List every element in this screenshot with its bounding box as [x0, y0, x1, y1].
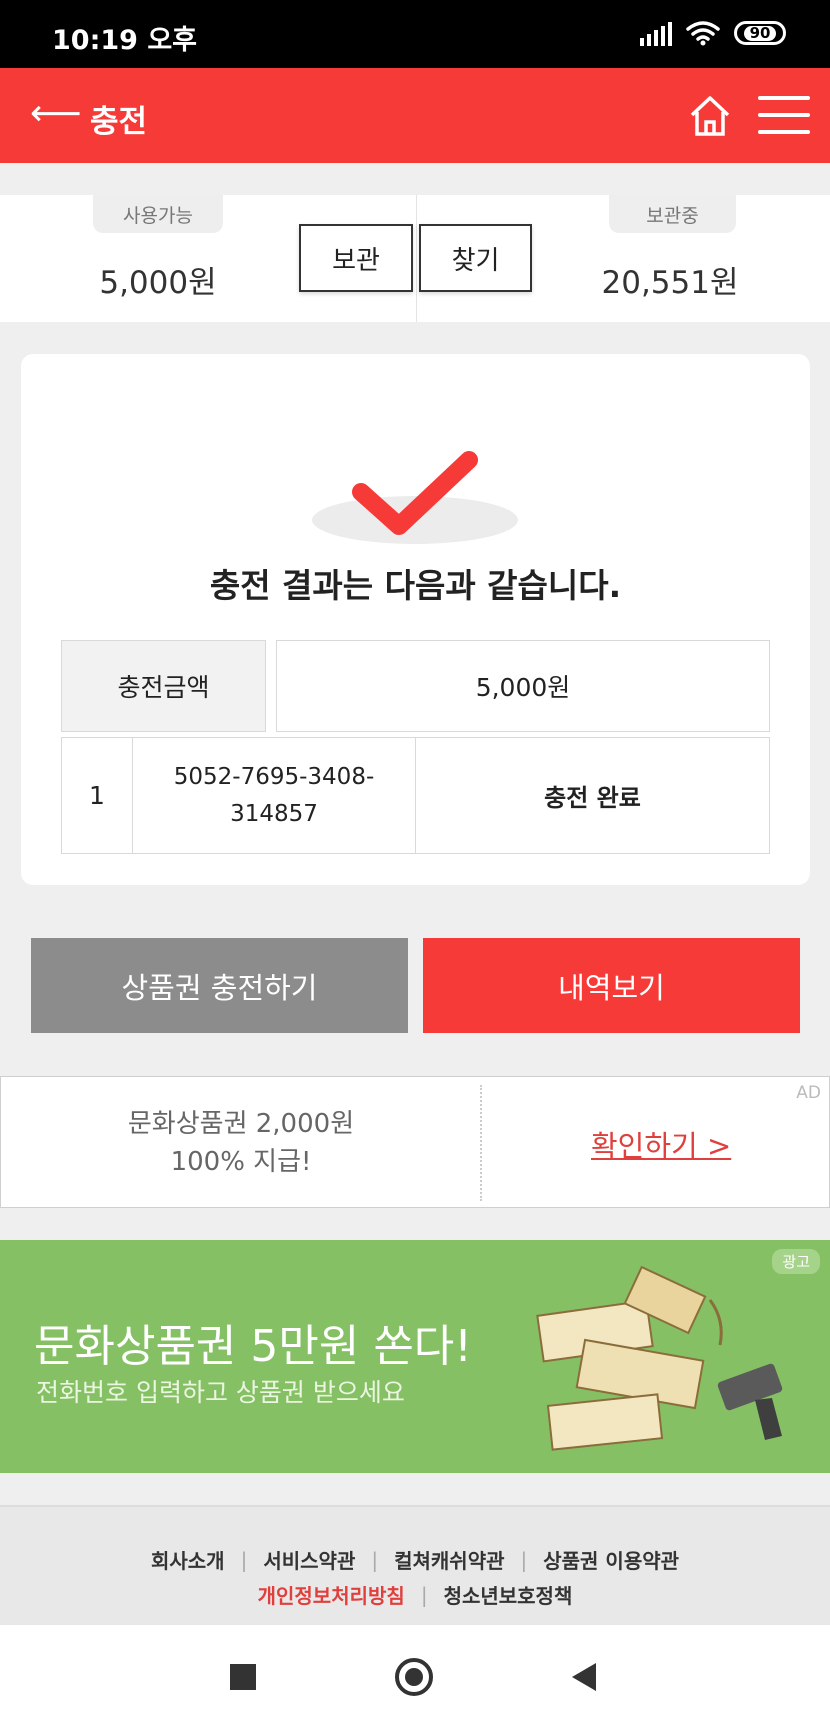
- charge-status-cell: 충전 완료: [415, 737, 770, 854]
- battery-icon: 90: [734, 21, 786, 45]
- page-title: 충전: [90, 104, 148, 140]
- status-bar: 10:19 오후 90: [0, 0, 830, 68]
- amount-label-cell: 충전금액: [61, 640, 266, 732]
- result-card: 충전 결과는 다음과 같습니다. 충전금액 5,000원 1 5052-7695…: [21, 354, 810, 885]
- status-icons: 90: [640, 20, 786, 46]
- back-nav-icon[interactable]: [572, 1663, 596, 1691]
- promo-banner[interactable]: 광고 문화상품권 5만원 쏜다! 전화번호 입력하고 상품권 받으세요: [0, 1240, 830, 1473]
- wifi-icon: [686, 21, 720, 46]
- checkmark-icon: [312, 451, 518, 544]
- ad-line-1: 문화상품권 2,000원: [127, 1109, 355, 1139]
- footer-links-row-1: 회사소개 | 서비스약관 | 컬쳐캐쉬약관 | 상품권 이용약관: [0, 1545, 830, 1574]
- amount-value-cell: 5,000원: [276, 640, 770, 732]
- footer-link-culturecash-terms[interactable]: 컬쳐캐쉬약관: [394, 1545, 504, 1574]
- signal-icon: [640, 20, 672, 46]
- money-gun-illustration: [536, 1265, 783, 1451]
- available-amount: 5,000원: [99, 265, 217, 301]
- stored-label: 보관중: [609, 195, 736, 233]
- pin-number-cell: 5052-7695-3408- 314857: [132, 737, 416, 854]
- banner-subtext: 전화번호 입력하고 상품권 받으세요: [36, 1378, 405, 1407]
- find-button[interactable]: 찾기: [419, 224, 532, 292]
- result-title: 충전 결과는 다음과 같습니다.: [209, 566, 622, 605]
- recent-apps-icon[interactable]: [230, 1664, 256, 1690]
- home-nav-icon[interactable]: [395, 1658, 433, 1696]
- battery-level: 90: [743, 25, 777, 41]
- store-button[interactable]: 보관: [299, 224, 413, 292]
- ad-text: 문화상품권 2,000원 100% 지급!: [1, 1105, 481, 1181]
- app-header: ⟵ 충전: [0, 68, 830, 163]
- footer-link-service-terms[interactable]: 서비스약관: [263, 1545, 355, 1574]
- status-time: 10:19 오후: [52, 25, 198, 56]
- footer-link-youth-protection[interactable]: 청소년보호정책: [444, 1580, 573, 1609]
- available-label: 사용가능: [93, 195, 223, 233]
- back-arrow-icon[interactable]: ⟵: [30, 96, 82, 132]
- stored-amount: 20,551원: [601, 265, 739, 301]
- footer-link-voucher-terms[interactable]: 상품권 이용약관: [543, 1545, 679, 1574]
- system-nav-bar: [0, 1625, 830, 1726]
- ad-divider: [480, 1085, 482, 1201]
- hamburger-menu-icon[interactable]: [758, 94, 810, 136]
- charge-voucher-button[interactable]: 상품권 충전하기: [31, 938, 408, 1033]
- view-history-button[interactable]: 내역보기: [423, 938, 800, 1033]
- footer-link-privacy[interactable]: 개인정보처리방침: [258, 1580, 405, 1609]
- footer: 회사소개 | 서비스약관 | 컬쳐캐쉬약관 | 상품권 이용약관 개인정보처리방…: [0, 1505, 830, 1625]
- balance-divider: [416, 195, 417, 322]
- row-index-cell: 1: [61, 737, 133, 854]
- ad-line-2: 100% 지급!: [170, 1147, 312, 1177]
- home-icon[interactable]: [688, 94, 732, 138]
- ad-tag: AD: [796, 1083, 821, 1103]
- banner-headline: 문화상품권 5만원 쏜다!: [34, 1321, 472, 1372]
- ad-box[interactable]: 문화상품권 2,000원 100% 지급! 확인하기 > AD: [0, 1076, 830, 1208]
- footer-links-row-2: 개인정보처리방침 | 청소년보호정책: [0, 1580, 830, 1609]
- ad-confirm-link[interactable]: 확인하기 >: [591, 1123, 731, 1165]
- balance-panel: 사용가능 5,000원 보관 찾기 보관중 20,551원: [0, 195, 830, 322]
- footer-link-company[interactable]: 회사소개: [151, 1545, 225, 1574]
